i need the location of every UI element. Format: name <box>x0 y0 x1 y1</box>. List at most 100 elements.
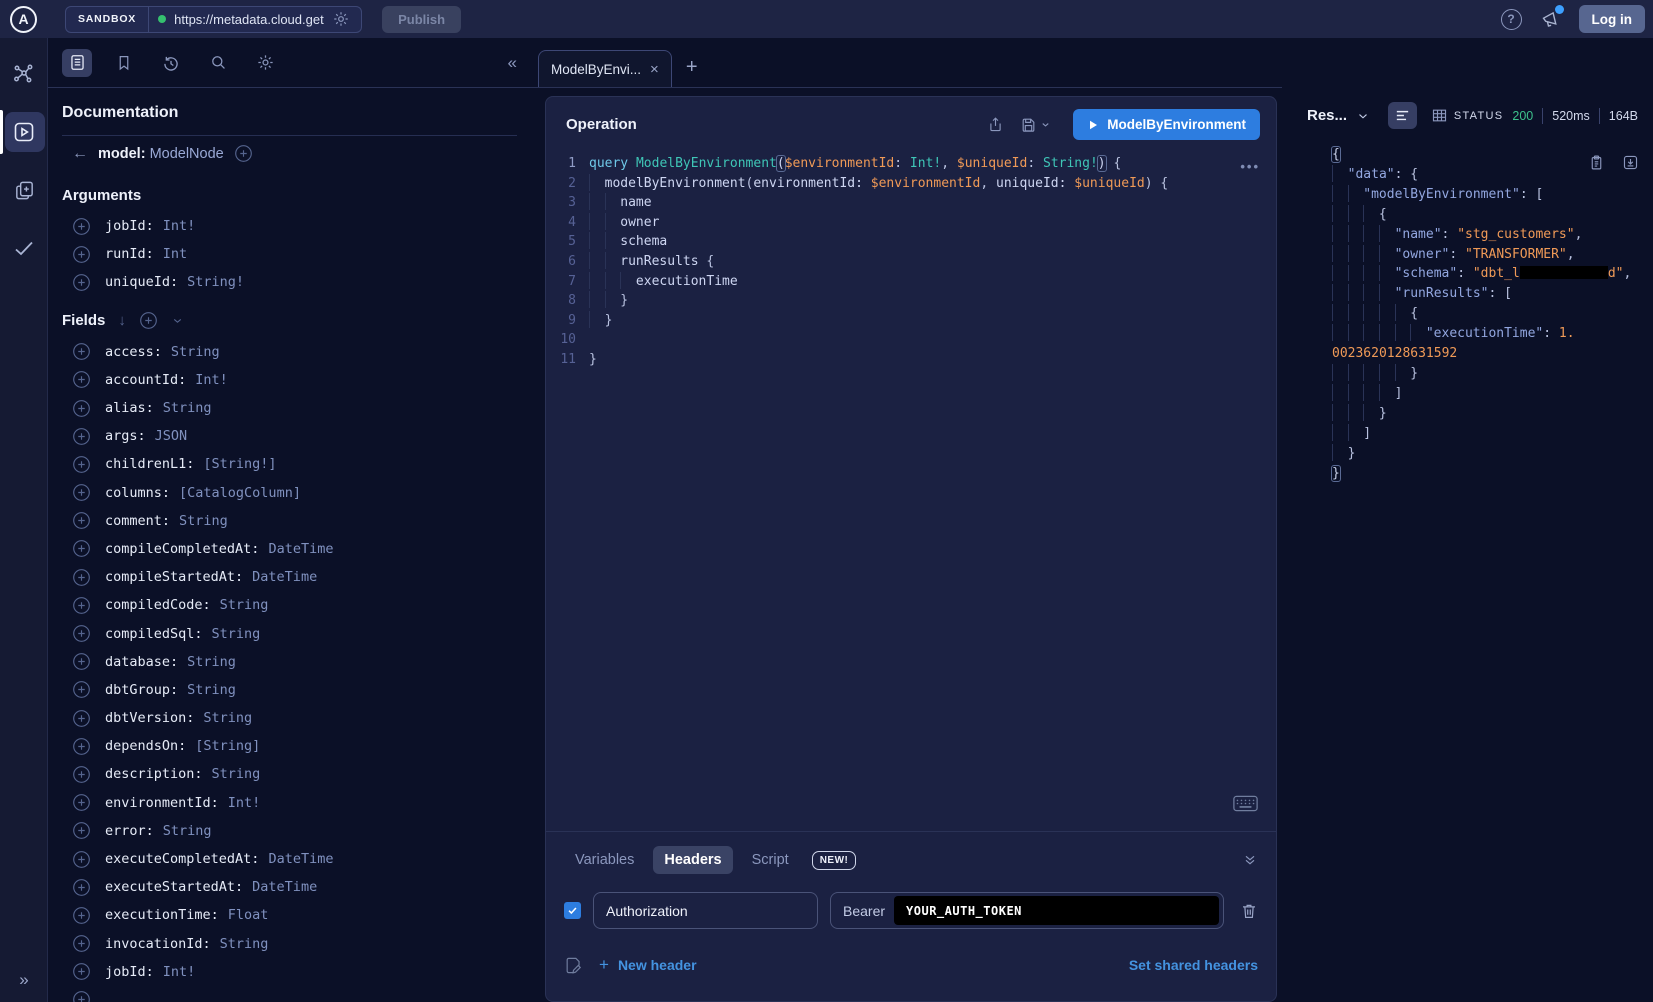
field-row[interactable]: database:String <box>62 648 517 676</box>
add-field-icon[interactable] <box>72 680 91 699</box>
response-dropdown-chevron-icon[interactable] <box>1356 109 1370 123</box>
endpoint-url[interactable]: https://metadata.cloud.get <box>174 12 324 27</box>
field-row[interactable]: error:String <box>62 817 517 845</box>
header-enabled-checkbox[interactable] <box>564 902 581 919</box>
tab-variables[interactable]: Variables <box>564 846 645 874</box>
field-row[interactable]: dependsOn:[String] <box>62 732 517 760</box>
collapse-panel-chevrons[interactable]: « <box>508 53 517 73</box>
add-field-icon[interactable] <box>72 624 91 643</box>
add-field-icon[interactable] <box>72 793 91 812</box>
nav-checks[interactable] <box>0 226 48 270</box>
add-all-fields-icon[interactable] <box>139 311 158 330</box>
add-field-icon[interactable] <box>72 652 91 671</box>
field-row[interactable]: compileStartedAt:DateTime <box>62 563 517 591</box>
field-row[interactable]: childrenL1:[String!] <box>62 450 517 478</box>
add-field-icon[interactable] <box>72 427 91 446</box>
expand-rail-chevrons[interactable]: » <box>0 970 48 990</box>
endpoint-settings-gear-icon[interactable] <box>332 10 350 28</box>
graphql-editor[interactable]: 1query ModelByEnvironment($environmentId… <box>546 154 1276 370</box>
nav-schema[interactable] <box>0 52 48 96</box>
field-row[interactable]: dbtGroup:String <box>62 676 517 704</box>
add-field-icon[interactable] <box>72 539 91 558</box>
add-field-icon[interactable] <box>72 765 91 784</box>
add-field-icon[interactable] <box>72 596 91 615</box>
nav-explorer[interactable] <box>0 110 48 154</box>
add-field-icon[interactable] <box>72 483 91 502</box>
field-row[interactable] <box>62 986 517 1002</box>
raw-view-button[interactable] <box>1388 102 1417 129</box>
field-row[interactable]: comment:String <box>62 507 517 535</box>
add-field-icon[interactable] <box>72 878 91 897</box>
operation-overflow-menu[interactable]: ••• <box>1240 159 1260 174</box>
add-field-icon[interactable] <box>72 342 91 361</box>
new-header-button[interactable]: + New header <box>599 955 697 975</box>
field-row[interactable]: executeCompletedAt:DateTime <box>62 845 517 873</box>
field-row[interactable]: dbtVersion:String <box>62 704 517 732</box>
add-field-icon[interactable] <box>72 568 91 587</box>
add-field-icon[interactable] <box>72 370 91 389</box>
table-view-button[interactable] <box>1424 102 1453 129</box>
tab-headers[interactable]: Headers <box>653 846 732 874</box>
login-button[interactable]: Log in <box>1579 5 1646 33</box>
close-tab-icon[interactable]: × <box>650 62 659 77</box>
field-row[interactable]: uniqueId:String! <box>62 268 517 296</box>
auth-token-value[interactable]: YOUR_AUTH_TOKEN <box>894 896 1219 925</box>
header-key-input[interactable]: Authorization <box>593 892 818 929</box>
operation-tab[interactable]: ModelByEnvi... × <box>538 50 672 87</box>
publish-button[interactable]: Publish <box>382 6 461 33</box>
copy-response-icon[interactable] <box>1588 154 1605 171</box>
add-field-icon[interactable] <box>72 962 91 981</box>
field-row[interactable]: jobId:Int! <box>62 212 517 240</box>
field-row[interactable]: args:JSON <box>62 422 517 450</box>
add-field-icon[interactable] <box>72 455 91 474</box>
field-row[interactable]: invocationId:String <box>62 930 517 958</box>
add-field-icon[interactable] <box>72 990 91 1002</box>
field-row[interactable]: accountId:Int! <box>62 366 517 394</box>
add-field-icon[interactable] <box>72 906 91 925</box>
documentation-view-button[interactable] <box>62 49 92 77</box>
add-type-icon[interactable] <box>234 144 253 163</box>
field-row[interactable]: runId:Int <box>62 240 517 268</box>
header-value-input[interactable]: Bearer YOUR_AUTH_TOKEN <box>830 892 1224 929</box>
breadcrumb-type[interactable]: ModelNode <box>150 146 224 162</box>
field-row[interactable]: access:String <box>62 338 517 366</box>
add-field-icon[interactable] <box>72 273 91 292</box>
bookmarks-view-button[interactable] <box>109 49 139 77</box>
chevron-down-icon[interactable] <box>171 314 184 327</box>
nav-sandbox-pages[interactable] <box>0 168 48 212</box>
field-row[interactable]: compileCompletedAt:DateTime <box>62 535 517 563</box>
field-row[interactable]: columns:[CatalogColumn] <box>62 479 517 507</box>
field-row[interactable]: compiledSql:String <box>62 619 517 647</box>
add-field-icon[interactable] <box>72 399 91 418</box>
field-row[interactable]: compiledCode:String <box>62 591 517 619</box>
settings-gear-icon[interactable] <box>250 49 280 77</box>
field-row[interactable]: alias:String <box>62 394 517 422</box>
download-response-icon[interactable] <box>1622 154 1639 171</box>
run-operation-button[interactable]: ModelByEnvironment <box>1073 109 1260 140</box>
new-tab-icon[interactable]: + <box>686 56 698 79</box>
field-row[interactable]: jobId:Int! <box>62 958 517 986</box>
sort-fields-icon[interactable]: ↓ <box>118 312 126 329</box>
add-field-icon[interactable] <box>72 511 91 530</box>
search-icon[interactable] <box>203 49 233 77</box>
field-row[interactable]: environmentId:Int! <box>62 789 517 817</box>
add-field-icon[interactable] <box>72 709 91 728</box>
endpoint-url-input[interactable]: https://metadata.cloud.get <box>149 10 361 28</box>
save-operation-button[interactable] <box>1020 116 1051 133</box>
add-field-icon[interactable] <box>72 934 91 953</box>
announcements-megaphone-icon[interactable] <box>1540 9 1561 30</box>
field-row[interactable]: executeStartedAt:DateTime <box>62 873 517 901</box>
field-row[interactable]: executionTime:Float <box>62 901 517 929</box>
add-field-icon[interactable] <box>72 737 91 756</box>
collapse-panel-double-chevron-icon[interactable] <box>1242 852 1258 868</box>
keyboard-shortcuts-icon[interactable] <box>1233 795 1258 812</box>
set-shared-headers-link[interactable]: Set shared headers <box>1129 957 1258 973</box>
history-view-button[interactable] <box>156 49 186 77</box>
delete-header-trash-icon[interactable] <box>1240 902 1258 920</box>
help-icon[interactable]: ? <box>1501 9 1522 30</box>
tab-script[interactable]: Script <box>741 846 800 874</box>
field-row[interactable]: description:String <box>62 760 517 788</box>
add-field-icon[interactable] <box>72 217 91 236</box>
add-field-icon[interactable] <box>72 245 91 264</box>
add-field-icon[interactable] <box>72 821 91 840</box>
